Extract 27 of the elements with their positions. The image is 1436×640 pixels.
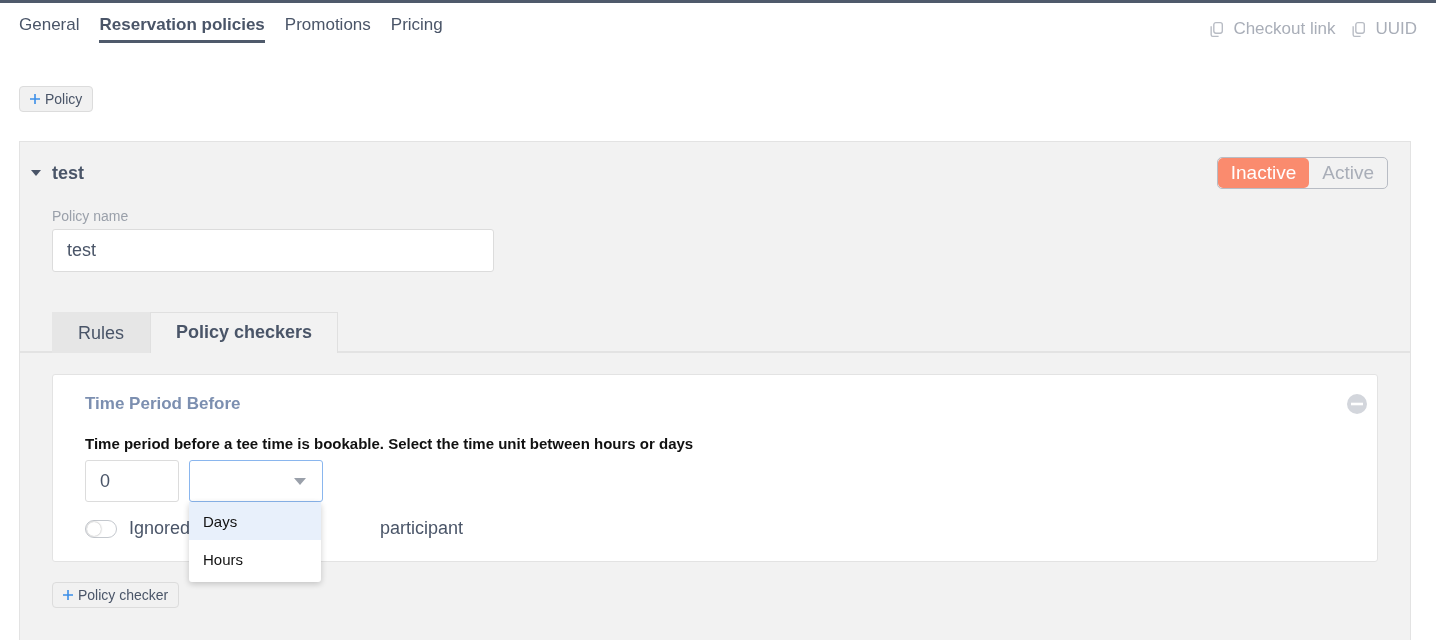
section-tab[interactable]: Policy checkers [150, 312, 339, 353]
toggle-label: participant [380, 518, 464, 539]
policy-title: test [52, 162, 84, 184]
nav-tab[interactable]: Reservation policies [99, 14, 265, 43]
toggle-switch[interactable] [85, 519, 117, 538]
dropdown-option[interactable]: Days [189, 502, 321, 540]
plus-icon [30, 94, 40, 104]
copy-icon [1351, 20, 1368, 38]
nav-tab[interactable]: General [19, 14, 80, 43]
policy-name-field[interactable]: test [52, 229, 494, 272]
caret-icon [294, 477, 306, 485]
copy-icon [1209, 20, 1226, 38]
section-tab[interactable]: Rules [52, 312, 151, 353]
unit-select[interactable] [189, 460, 323, 502]
amount-field[interactable]: 0 [85, 460, 179, 502]
toggle-label: Ignored [129, 518, 191, 539]
plus-icon [63, 590, 73, 600]
add-checker-button[interactable]: Policy checker [52, 582, 180, 608]
dropdown-option[interactable]: Hours [189, 540, 321, 578]
nav-tab[interactable]: Promotions [284, 14, 371, 43]
add-policy-button[interactable]: Policy [19, 86, 94, 112]
nav-tab[interactable]: Pricing [390, 14, 443, 43]
caret-icon[interactable] [30, 169, 42, 177]
checker-title: Time Period Before [85, 394, 241, 414]
checker-description: Time period before a tee time is bookable. Select the time unit between hours or days [85, 435, 695, 452]
remove-icon[interactable] [1347, 394, 1367, 414]
field-label: Policy name [52, 208, 130, 224]
